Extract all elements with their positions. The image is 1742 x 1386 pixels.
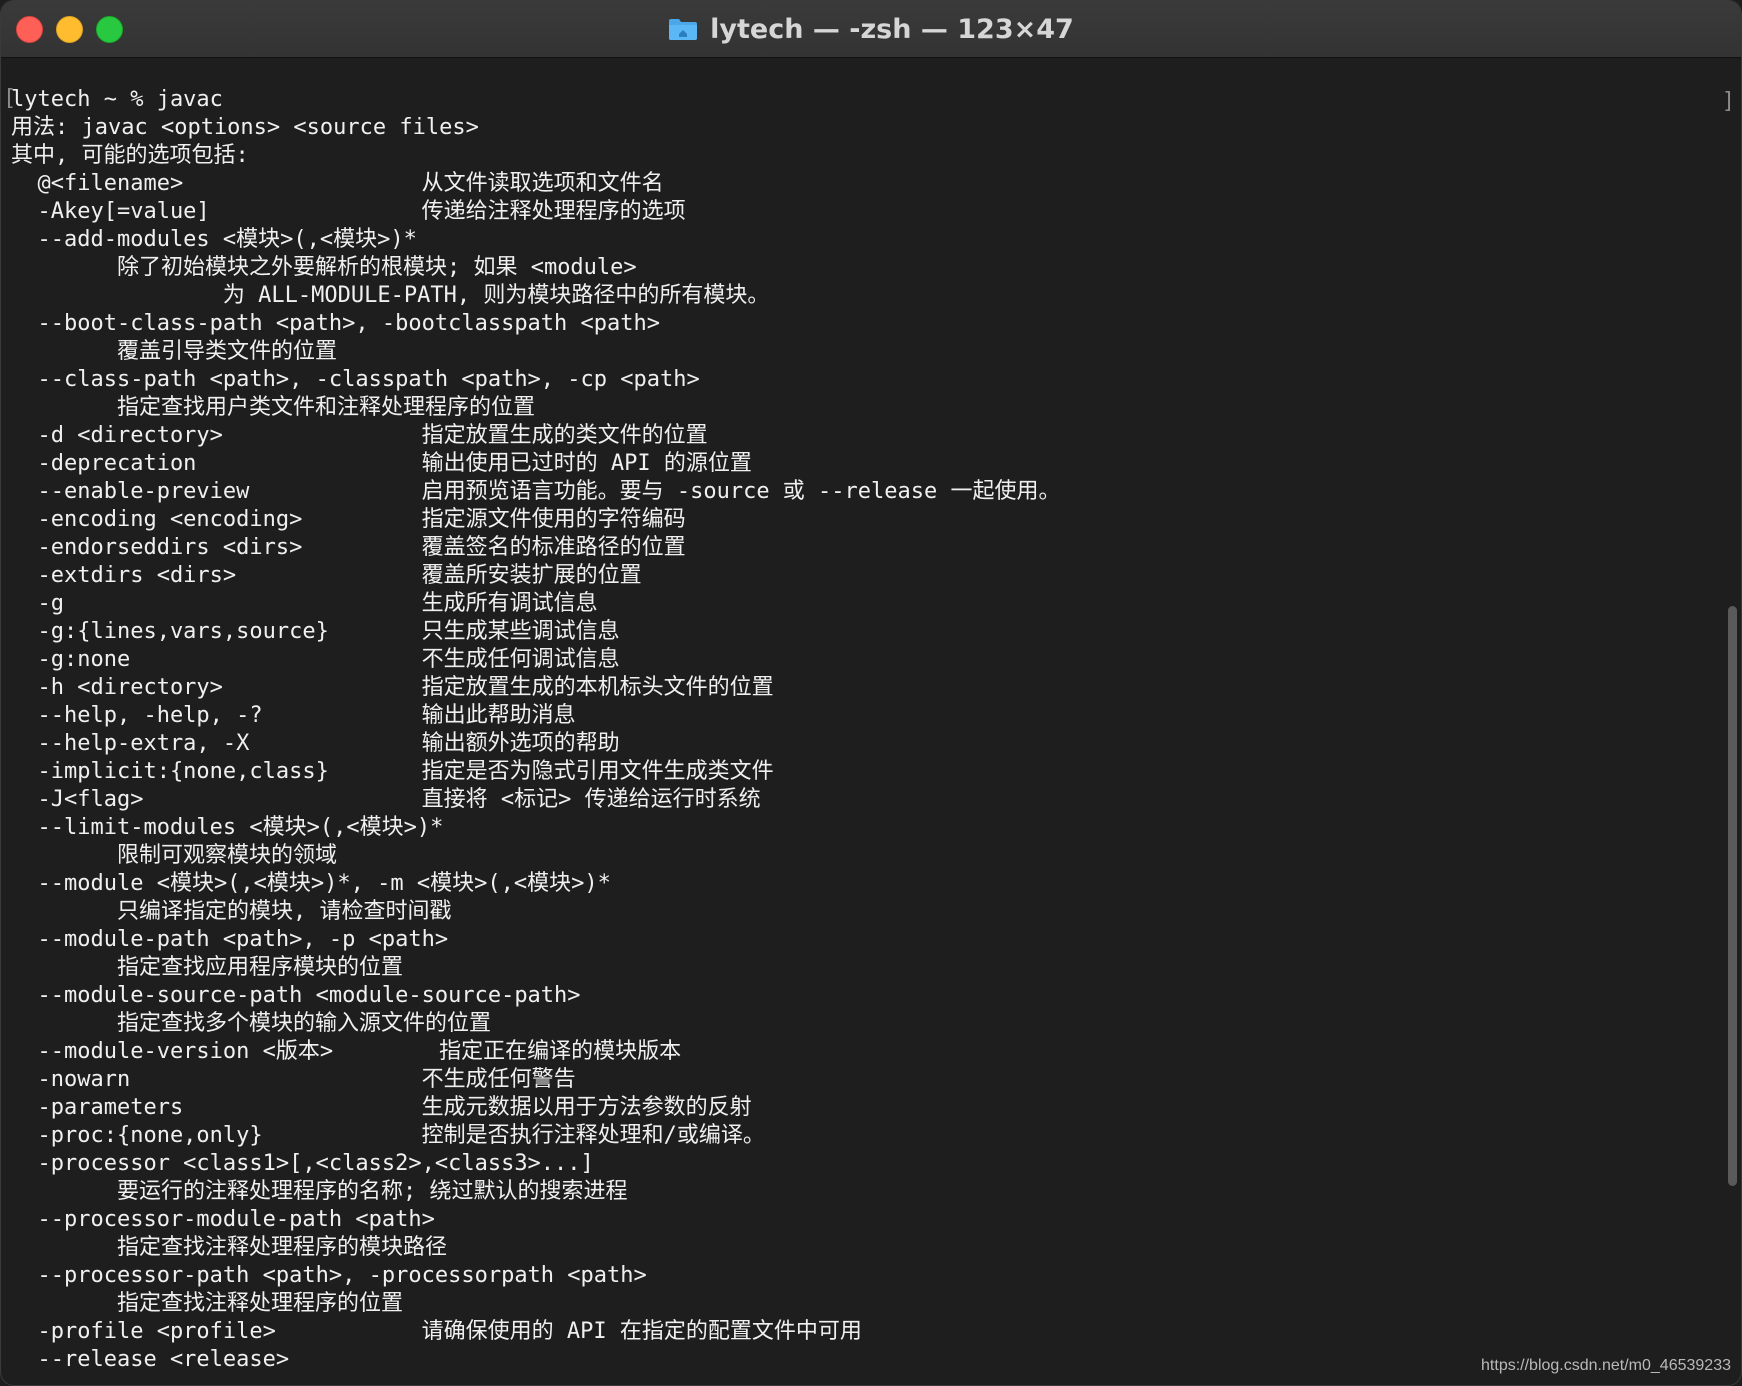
prompt-line: lytech ~ % javac xyxy=(11,87,223,112)
output-line: -deprecation 输出使用已过时的 API 的源位置 xyxy=(11,451,752,476)
output-line: 指定查找注释处理程序的模块路径 xyxy=(11,1235,447,1260)
output-line: --processor-path <path>, -processorpath … xyxy=(11,1263,647,1288)
output-line: 限制可观察模块的领域 xyxy=(11,843,337,868)
output-lines: lytech ~ % javac 用法: javac <options> <sou… xyxy=(1,86,1741,1374)
output-line: --enable-preview 启用预览语言功能。要与 -source 或 -… xyxy=(11,479,1061,504)
output-line: --limit-modules <模块>(,<模块>)* xyxy=(11,815,444,840)
output-line: -h <directory> 指定放置生成的本机标头文件的位置 xyxy=(11,675,774,700)
output-line: --class-path <path>, -classpath <path>, … xyxy=(11,367,700,392)
window-title: lytech — -zsh — 123×47 xyxy=(710,13,1074,45)
output-line: -proc:{none,only} 控制是否执行注释处理和/或编译。 xyxy=(11,1123,765,1148)
output-line: --module-path <path>, -p <path> xyxy=(11,927,449,952)
output-line: --module-version <版本> 指定正在编译的模块版本 xyxy=(11,1039,682,1064)
output-line: -implicit:{none,class} 指定是否为隐式引用文件生成类文件 xyxy=(11,759,774,784)
terminal-window: lytech — -zsh — 123×47 [ lytech ~ % java… xyxy=(0,0,1742,1386)
terminal-output[interactable]: [ lytech ~ % javac 用法: javac <options> <s… xyxy=(1,58,1741,1385)
output-line: -d <directory> 指定放置生成的类文件的位置 xyxy=(11,423,708,448)
output-line: --boot-class-path <path>, -bootclasspath… xyxy=(11,311,661,336)
output-line: -g:{lines,vars,source} 只生成某些调试信息 xyxy=(11,619,620,644)
output-line: -processor <class1>[,<class2>,<class3>..… xyxy=(11,1151,594,1176)
window-title-container: lytech — -zsh — 123×47 xyxy=(1,1,1741,57)
output-line: 覆盖引导类文件的位置 xyxy=(11,339,337,364)
vertical-scrollbar[interactable] xyxy=(1728,606,1737,1186)
output-line: @<filename> 从文件读取选项和文件名 xyxy=(11,171,664,196)
output-line: --module <模块>(,<模块>)*, -m <模块>(,<模块>)* xyxy=(11,871,611,896)
output-line: --help, -help, -? 输出此帮助消息 xyxy=(11,703,576,728)
output-line: -endorseddirs <dirs> 覆盖签名的标准路径的位置 xyxy=(11,535,686,560)
output-line: -J<flag> 直接将 <标记> 传递给运行时系统 xyxy=(11,787,761,812)
output-line: --add-modules <模块>(,<模块>)* xyxy=(11,227,417,252)
output-line: --processor-module-path <path> xyxy=(11,1207,435,1232)
output-line: 为 ALL-MODULE-PATH, 则为模块路径中的所有模块。 xyxy=(11,283,770,308)
output-line: -nowarn 不生成任何警告 xyxy=(11,1067,576,1092)
output-line: -parameters 生成元数据以用于方法参数的反射 xyxy=(11,1095,752,1120)
output-line: 用法: javac <options> <source files> xyxy=(11,115,479,140)
output-line: 指定查找应用程序模块的位置 xyxy=(11,955,403,980)
output-line: 指定查找注释处理程序的位置 xyxy=(11,1291,403,1316)
output-line: -extdirs <dirs> 覆盖所安装扩展的位置 xyxy=(11,563,642,588)
folder-home-icon xyxy=(668,17,698,41)
output-line: --module-source-path <module-source-path… xyxy=(11,983,581,1008)
output-line: 指定查找用户类文件和注释处理程序的位置 xyxy=(11,395,535,420)
output-line: --release <release> xyxy=(11,1347,290,1372)
output-line: 其中, 可能的选项包括: xyxy=(11,143,249,168)
watermark: https://blog.csdn.net/m0_46539233 xyxy=(1481,1357,1731,1374)
selection-bracket-right: ] xyxy=(1721,89,1735,114)
output-line: --help-extra, -X 输出额外选项的帮助 xyxy=(11,731,620,756)
output-line: -g:none 不生成任何调试信息 xyxy=(11,647,620,672)
title-bar[interactable]: lytech — -zsh — 123×47 xyxy=(1,1,1741,58)
output-line: 要运行的注释处理程序的名称; 绕过默认的搜索进程 xyxy=(11,1179,628,1204)
output-line: -encoding <encoding> 指定源文件使用的字符编码 xyxy=(11,507,686,532)
output-line: -g 生成所有调试信息 xyxy=(11,591,598,616)
output-line: -profile <profile> 请确保使用的 API 在指定的配置文件中可… xyxy=(11,1319,862,1344)
output-line: 除了初始模块之外要解析的根模块; 如果 <module> xyxy=(11,255,637,280)
output-line: 指定查找多个模块的输入源文件的位置 xyxy=(11,1011,491,1036)
output-line: 只编译指定的模块, 请检查时间戳 xyxy=(11,899,452,924)
output-line: -Akey[=value] 传递给注释处理程序的选项 xyxy=(11,199,686,224)
